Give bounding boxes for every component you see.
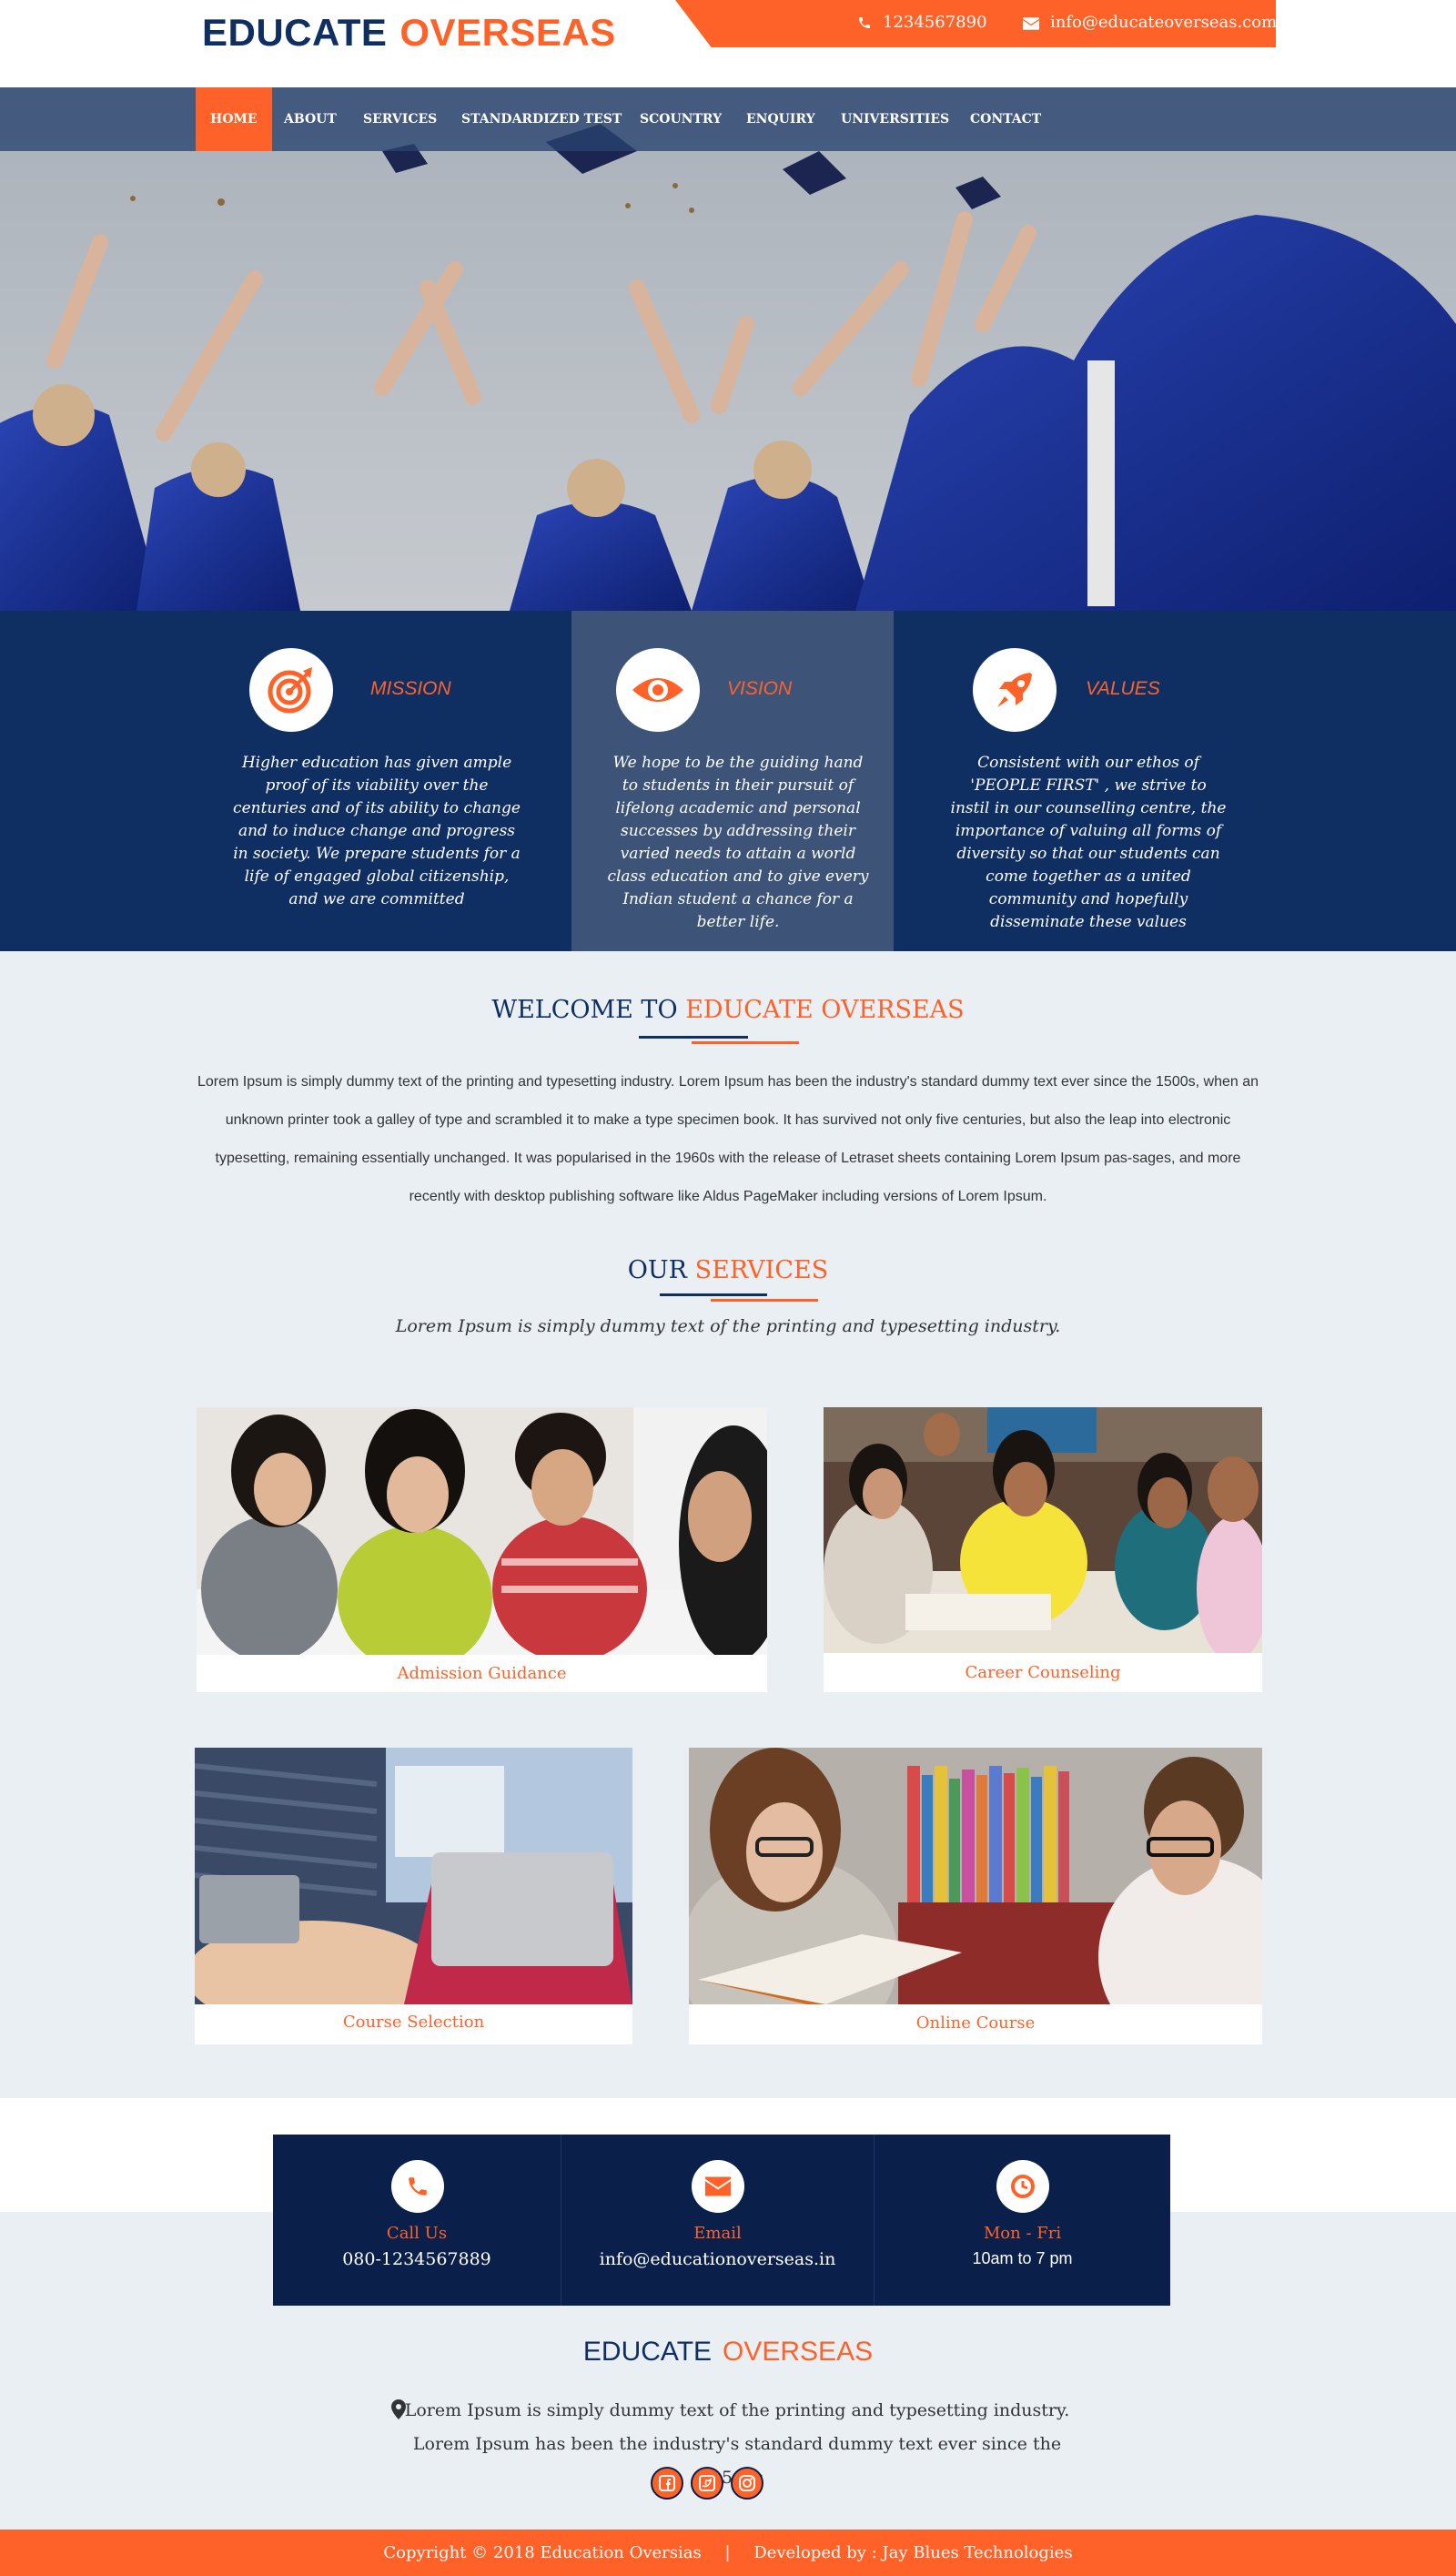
contact-email[interactable]: Email info@educationoverseas.in bbox=[561, 2135, 874, 2306]
instagram-icon bbox=[739, 2475, 755, 2491]
contact-hours: Mon - Fri 10am to 7 pm bbox=[875, 2135, 1170, 2306]
contact-call[interactable]: Call Us 080-1234567889 bbox=[273, 2135, 561, 2306]
logo-text-part2: OVERSEAS bbox=[399, 11, 616, 54]
envelope-icon bbox=[705, 2176, 731, 2196]
online-course-photo bbox=[689, 1748, 1262, 2004]
services-heading-part1: OUR bbox=[627, 1256, 688, 1284]
service-label-online-course: Online Course bbox=[915, 2013, 1036, 2033]
contact-email-value: info@educationoverseas.in bbox=[599, 2249, 836, 2269]
target-icon bbox=[268, 667, 312, 714]
topbar-phone[interactable]: 1234567890 bbox=[857, 13, 987, 32]
contact-call-value: 080-1234567889 bbox=[342, 2249, 491, 2269]
welcome-heading-part1: WELCOME TO bbox=[491, 996, 678, 1024]
footer-logo-part2: OVERSEAS bbox=[723, 2337, 874, 2367]
welcome-underline-orange bbox=[692, 1041, 799, 1044]
welcome-paragraph: Lorem Ipsum is simply dummy text of the … bbox=[197, 1074, 1259, 1204]
vision-icon-circle bbox=[616, 648, 700, 732]
footer-logo-part1: EDUCATE bbox=[582, 2337, 713, 2367]
services-subtitle: Lorem Ipsum is simply dummy text of the … bbox=[395, 1316, 1061, 1336]
values-text: Consistent with our ethos of 'PEOPLE FIR… bbox=[950, 754, 1227, 931]
copyright-bar: Copyright © 2018 Education Oversias | De… bbox=[0, 2530, 1456, 2576]
facebook-icon bbox=[659, 2475, 675, 2491]
service-card-course-selection[interactable]: Course Selection bbox=[195, 1748, 632, 2044]
contact-hours-title: Mon - Fri bbox=[983, 2224, 1062, 2243]
copyright-text: Copyright © 2018 Education Oversias bbox=[383, 2543, 702, 2562]
social-twitter[interactable] bbox=[691, 2467, 723, 2500]
values-title: VALUES bbox=[1086, 678, 1160, 699]
service-label-career: Career Counseling bbox=[965, 1663, 1121, 1682]
course-selection-photo bbox=[195, 1748, 632, 2004]
social-instagram[interactable] bbox=[731, 2467, 763, 2500]
logo-text-part1: EDUCATE bbox=[202, 11, 388, 54]
phone-icon bbox=[859, 17, 870, 28]
footer-logo[interactable]: EDUCATE OVERSEAS bbox=[0, 2337, 1456, 2368]
service-card-admission[interactable]: Admission Guidance bbox=[197, 1407, 767, 1692]
mission-title: MISSION bbox=[370, 678, 451, 699]
mission-icon-circle bbox=[249, 648, 333, 732]
contact-call-circle bbox=[391, 2160, 444, 2213]
contact-hours-circle bbox=[996, 2160, 1049, 2213]
envelope-icon bbox=[1023, 17, 1039, 30]
topbar-phone-text: 1234567890 bbox=[883, 13, 987, 32]
hero-graduation-image bbox=[0, 87, 1456, 611]
developer-credit[interactable]: Developed by : Jay Blues Technologies bbox=[753, 2543, 1072, 2562]
rocket-icon bbox=[997, 673, 1032, 707]
services-underline-orange bbox=[711, 1299, 818, 1302]
contact-email-circle bbox=[692, 2160, 744, 2213]
service-label-course-selection: Course Selection bbox=[342, 2013, 485, 2032]
service-label-admission: Admission Guidance bbox=[397, 1664, 567, 1683]
welcome-heading: WELCOME TO EDUCATE OVERSEAS bbox=[364, 996, 1092, 1024]
nav-home[interactable]: HOME bbox=[196, 87, 272, 151]
eye-icon bbox=[632, 678, 683, 702]
vision-text: We hope to be the guiding hand to studen… bbox=[607, 754, 869, 931]
values-icon-circle bbox=[973, 648, 1057, 732]
contact-info-box: Call Us 080-1234567889 Email info@educat… bbox=[273, 2135, 1170, 2306]
twitter-icon bbox=[699, 2475, 715, 2491]
admission-photo bbox=[197, 1407, 767, 1655]
topbar-email[interactable]: info@educateoverseas.com bbox=[1023, 13, 1277, 32]
topbar-email-text: info@educateoverseas.com bbox=[1050, 13, 1278, 32]
nav-enquiry[interactable]: ENQUIRY bbox=[746, 87, 815, 151]
phone-icon bbox=[409, 2177, 427, 2196]
mission-text: Higher education has given ample proof o… bbox=[233, 754, 521, 908]
site-logo[interactable]: EDUCATE OVERSEAS bbox=[202, 11, 616, 55]
welcome-underline-blue bbox=[639, 1036, 748, 1039]
service-card-online-course[interactable]: Online Course bbox=[689, 1748, 1262, 2044]
clock-icon bbox=[1011, 2175, 1035, 2198]
career-photo bbox=[824, 1407, 1262, 1653]
social-facebook[interactable] bbox=[651, 2467, 683, 2500]
contact-hours-value: 10am to 7 pm bbox=[972, 2249, 1073, 2267]
welcome-heading-part2: EDUCATE OVERSEAS bbox=[685, 996, 965, 1024]
services-underline-blue bbox=[660, 1293, 767, 1296]
nav-contact[interactable]: CONTACT bbox=[970, 87, 1041, 151]
contact-call-title: Call Us bbox=[386, 2224, 448, 2243]
nav-services[interactable]: SERVICES bbox=[363, 87, 437, 151]
service-card-career[interactable]: Career Counseling bbox=[824, 1407, 1262, 1692]
nav-universities[interactable]: UNIVERSITIES bbox=[841, 87, 949, 151]
services-heading: OUR SERVICES bbox=[455, 1256, 1001, 1284]
vision-title: VISION bbox=[727, 678, 793, 699]
services-heading-part2: SERVICES bbox=[694, 1256, 829, 1284]
nav-standardized-test[interactable]: STANDARDIZED TEST bbox=[461, 87, 622, 151]
contact-email-title: Email bbox=[693, 2224, 742, 2243]
nav-scountry[interactable]: SCOUNTRY bbox=[640, 87, 722, 151]
hero-banner bbox=[0, 87, 1456, 611]
copyright-separator: | bbox=[724, 2543, 731, 2562]
nav-about[interactable]: ABOUT bbox=[284, 87, 337, 151]
